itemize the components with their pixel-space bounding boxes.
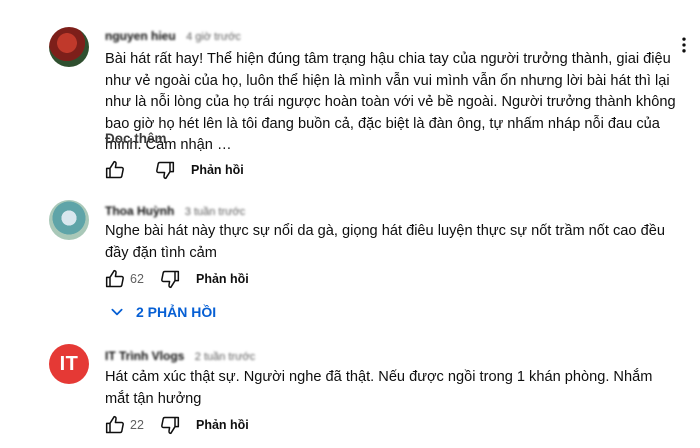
thumb-down-icon[interactable]	[158, 267, 182, 291]
thumb-up-icon[interactable]	[103, 413, 127, 437]
thumb-up-icon[interactable]	[103, 158, 127, 182]
comment-actions: 62 Phản hồi	[103, 267, 249, 291]
avatar[interactable]	[49, 200, 89, 240]
comment-text: Bài hát rất hay! Thể hiện đúng tâm trạng…	[105, 51, 676, 153]
comment-text: Hát cảm xúc thật sự. Người nghe đã thật.…	[105, 369, 653, 407]
thumb-down-icon[interactable]	[158, 413, 182, 437]
view-replies-button[interactable]: 2 PHẢN HỒI	[110, 302, 216, 322]
chevron-down-icon	[111, 308, 123, 316]
reply-button[interactable]: Phản hồi	[196, 418, 249, 432]
avatar[interactable]	[49, 27, 89, 67]
avatar-initials: IT	[59, 352, 79, 375]
thumb-down-icon[interactable]	[153, 158, 177, 182]
comment-actions: 22 Phản hồi	[103, 413, 249, 437]
read-more-link[interactable]: Đọc thêm	[105, 131, 167, 146]
comment-header: nguyen hieu 4 giờ trước	[105, 27, 241, 43]
like-count: 62	[130, 272, 144, 286]
view-replies-label: 2 PHẢN HỒI	[136, 304, 217, 320]
thumb-up-icon[interactable]	[103, 267, 127, 291]
comment-text: Nghe bài hát này thực sự nổi da gà, giọn…	[105, 223, 665, 261]
reply-button[interactable]: Phản hồi	[191, 163, 244, 177]
comment-actions: Phản hồi	[103, 158, 244, 182]
avatar[interactable]: IT	[49, 344, 89, 384]
comment-time[interactable]: 3 tuần trước	[185, 206, 245, 218]
comment-time[interactable]: 2 tuần trước	[195, 351, 255, 363]
comment-time[interactable]: 4 giờ trước	[186, 31, 241, 43]
comment-header: Thoa Huỳnh 3 tuần trước	[105, 202, 245, 218]
comment-author[interactable]: IT Trình Vlogs	[105, 349, 184, 363]
comment-author[interactable]: nguyen hieu	[105, 29, 176, 43]
reply-button[interactable]: Phản hồi	[196, 272, 249, 286]
like-count: 22	[130, 418, 144, 432]
comment-header: IT Trình Vlogs 2 tuần trước	[105, 347, 255, 363]
comment-author[interactable]: Thoa Huỳnh	[105, 204, 174, 218]
